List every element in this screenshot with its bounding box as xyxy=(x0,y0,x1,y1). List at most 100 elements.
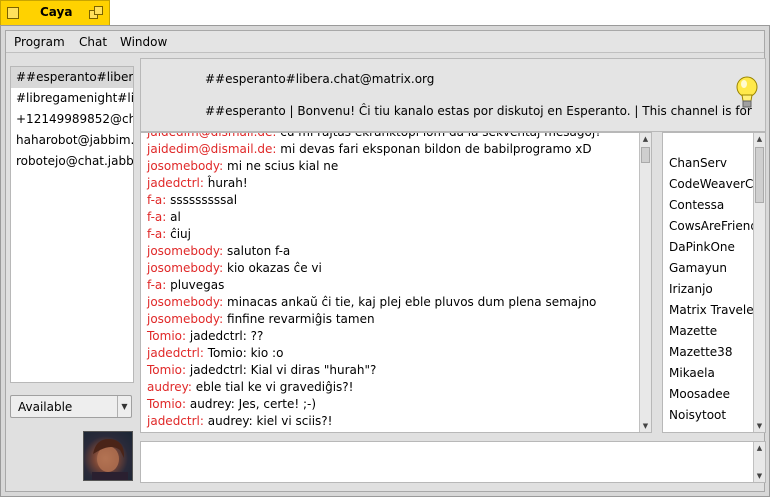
user-list-item[interactable]: DaPinkOne xyxy=(663,237,765,258)
message-text: audrey: Jes, certe! ;-) xyxy=(186,397,317,411)
status-dropdown[interactable]: Available ▼ xyxy=(10,395,132,418)
scroll-up-icon[interactable]: ▲ xyxy=(754,133,765,145)
room-list: ##esperanto#libera.chat@matrix.org #libr… xyxy=(10,66,134,383)
scroll-up-icon[interactable]: ▲ xyxy=(754,442,765,454)
input-scrollbar[interactable]: ▲ ▼ xyxy=(753,442,765,482)
message-nick[interactable]: f-a: xyxy=(147,227,166,241)
message-nick[interactable]: jaidedim@dismail.de: xyxy=(147,133,276,139)
chat-message: josomebody: minacas ankaŭ ĉi tie, kaj pl… xyxy=(141,294,651,311)
message-text: sssssssssal xyxy=(166,193,238,207)
chat-scrollbar[interactable]: ▲ ▼ xyxy=(639,133,651,432)
user-list-item[interactable]: Gamayun xyxy=(663,258,765,279)
user-list-item[interactable]: Mazette38 xyxy=(663,342,765,363)
chat-message: f-a: pluvegas xyxy=(141,277,651,294)
chat-message: f-a: sssssssssal xyxy=(141,192,651,209)
scroll-up-icon[interactable]: ▲ xyxy=(640,133,651,145)
message-nick[interactable]: josomebody: xyxy=(147,295,223,309)
window-tab[interactable]: Caya xyxy=(0,0,110,25)
room-item-esperanto[interactable]: ##esperanto#libera.chat@matrix.org xyxy=(11,67,133,88)
message-text: ĉu mi rajtas ekranktopi iom da la sekven… xyxy=(276,132,602,139)
chat-message: josomebody: mi ne scius kial ne xyxy=(141,158,651,175)
user-list-item[interactable]: CodeWeaverCW xyxy=(663,174,765,195)
message-nick[interactable]: josomebody: xyxy=(147,244,223,258)
message-nick[interactable]: jaidedim@dismail.de: xyxy=(147,142,276,156)
scroll-thumb[interactable] xyxy=(755,147,764,203)
chat-message: Tomio: audrey: Jes, certe! ;-) xyxy=(141,396,651,413)
scroll-down-icon[interactable]: ▼ xyxy=(640,420,651,432)
message-nick[interactable]: josomebody: xyxy=(147,312,223,326)
chat-message: jadedctrl: audrey: kiel vi sciis?! xyxy=(141,413,651,430)
scroll-down-icon[interactable]: ▼ xyxy=(754,470,765,482)
chat-message: jadedctrl: ĥurah! xyxy=(141,175,651,192)
chat-message: Tomio: jadedctrl: ?? xyxy=(141,328,651,345)
chat-message: audrey: eble tial ke vi gravediĝis?! xyxy=(141,379,651,396)
message-nick[interactable]: f-a: xyxy=(147,193,166,207)
message-nick[interactable]: jadedctrl: xyxy=(147,176,204,190)
chevron-down-icon: ▼ xyxy=(117,396,131,417)
menubar: Program Chat Window xyxy=(6,31,764,53)
message-nick[interactable]: Tomio: xyxy=(147,397,186,411)
message-text: Tomio: kio :o xyxy=(203,346,284,360)
room-item-haharobot[interactable]: haharobot@jabbim.cz xyxy=(11,130,133,151)
message-input[interactable]: ▲ ▼ xyxy=(140,441,766,483)
close-icon[interactable] xyxy=(7,7,19,19)
chat-message: Tomio: jadedctrl: Kial vi diras "hurah"? xyxy=(141,362,651,379)
user-list-item[interactable]: CowsAreFriends xyxy=(663,216,765,237)
message-nick[interactable]: jadedctrl: xyxy=(147,346,204,360)
message-text: mi devas fari eksponan bildon de babilpr… xyxy=(276,142,592,156)
message-nick[interactable]: josomebody: xyxy=(147,159,223,173)
menu-window[interactable]: Window xyxy=(120,35,167,49)
chat-message: josomebody: saluton f-a xyxy=(141,243,651,260)
menu-program[interactable]: Program xyxy=(14,35,65,49)
lightbulb-icon[interactable] xyxy=(735,75,759,111)
chat-message: josomebody: kio okazas ĉe vi xyxy=(141,260,651,277)
message-nick[interactable]: audrey: xyxy=(147,380,192,394)
message-text: pluvegas xyxy=(166,278,225,292)
message-text: minacas ankaŭ ĉi tie, kaj plej eble pluv… xyxy=(223,295,597,309)
message-text: jadedctrl: Kial vi diras "hurah"? xyxy=(186,363,377,377)
message-nick[interactable]: Tomio: xyxy=(147,329,186,343)
window-title: Caya xyxy=(40,5,73,19)
chat-message: f-a: al xyxy=(141,209,651,226)
room-topic: ##esperanto | Bonvenu! Ĉi tiu kanalo est… xyxy=(205,104,752,118)
user-scrollbar[interactable]: ▲ ▼ xyxy=(753,133,765,432)
message-text: jadedctrl: ?? xyxy=(186,329,264,343)
message-text: audrey: kiel vi sciis?! xyxy=(203,414,333,428)
zoom-icon[interactable] xyxy=(89,6,104,20)
menu-chat[interactable]: Chat xyxy=(79,35,107,49)
room-item-libregamenight[interactable]: #libregamenight#libera.chat@matrix.org xyxy=(11,88,133,109)
user-list-item[interactable]: ChanServ xyxy=(663,153,765,174)
user-list-item[interactable]: Matrix Traveler xyxy=(663,300,765,321)
user-list-item[interactable]: Mazette xyxy=(663,321,765,342)
message-text: saluton f-a xyxy=(223,244,291,258)
message-nick[interactable]: josomebody: xyxy=(147,261,223,275)
message-text: kio okazas ĉe vi xyxy=(223,261,322,275)
scroll-down-icon[interactable]: ▼ xyxy=(754,420,765,432)
user-list-item[interactable]: Irizanjo xyxy=(663,279,765,300)
user-list-item[interactable]: Moosadee xyxy=(663,384,765,405)
message-text: eble tial ke vi gravediĝis?! xyxy=(191,380,354,394)
topic-header: ##esperanto#libera.chat@matrix.org ##esp… xyxy=(140,58,766,132)
message-nick[interactable]: f-a: xyxy=(147,210,166,224)
room-item-cheogram[interactable]: +12149989852@cheogram.com xyxy=(11,109,133,130)
user-list-item[interactable]: Noisytoot xyxy=(663,405,765,426)
message-nick[interactable]: Tomio: xyxy=(147,363,186,377)
message-text: ĉiuj xyxy=(166,227,191,241)
message-nick[interactable]: f-a: xyxy=(147,278,166,292)
chat-message: josomebody: finfine revarmiĝis tamen xyxy=(141,311,651,328)
message-text: mi ne scius kial ne xyxy=(223,159,339,173)
scroll-thumb[interactable] xyxy=(641,147,650,163)
chat-message: jadedctrl: Tomio: kio :o xyxy=(141,345,651,362)
user-list: ChanServ CodeWeaverCW Contessa CowsAreFrien… xyxy=(662,132,766,433)
message-nick[interactable]: jadedctrl: xyxy=(147,414,204,428)
chat-message: jaidedim@dismail.de: ĉu mi rajtas ekrank… xyxy=(141,132,651,141)
room-item-robotejo[interactable]: robotejo@chat.jabb.im xyxy=(11,151,133,172)
chat-message: jaidedim@dismail.de: mi devas fari ekspo… xyxy=(141,141,651,158)
message-text: ĥurah! xyxy=(203,176,248,190)
user-list-item[interactable]: Contessa xyxy=(663,195,765,216)
user-list-item[interactable]: Mikaela xyxy=(663,363,765,384)
message-text: al xyxy=(166,210,181,224)
room-name: ##esperanto#libera.chat@matrix.org xyxy=(205,72,435,86)
chat-log: jaidedim@dismail.de: ĉu mi rajtas ekrank… xyxy=(140,132,652,433)
avatar[interactable] xyxy=(83,431,133,481)
